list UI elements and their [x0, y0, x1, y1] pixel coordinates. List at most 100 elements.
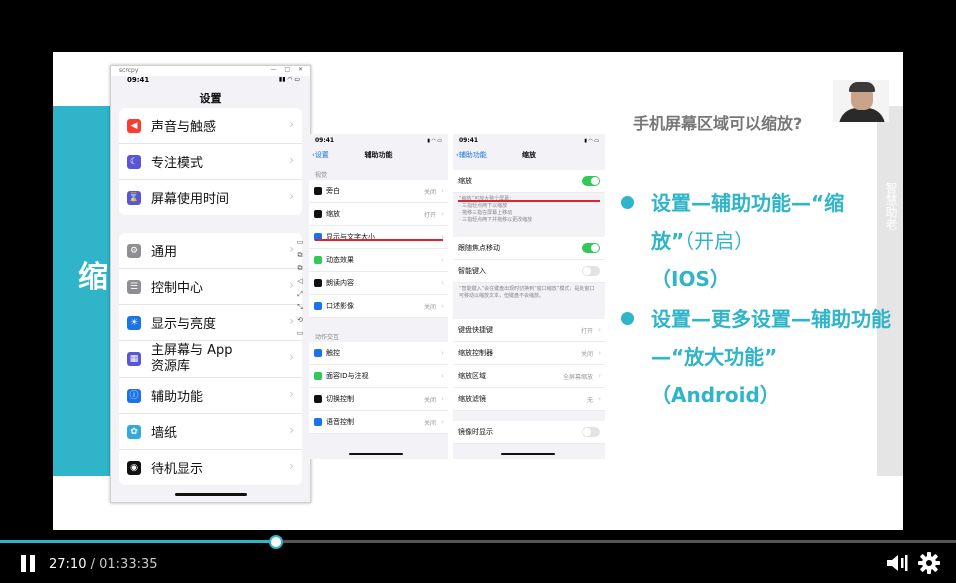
row-audio-description[interactable]: 口述影像 关闭 › [309, 295, 448, 318]
home-indicator [175, 493, 247, 496]
row-spoken-content[interactable]: 朗读内容 › [309, 272, 448, 295]
mirroring-switch[interactable] [582, 427, 600, 437]
highlight-underline [315, 239, 443, 241]
row-touch[interactable]: 触控 › [309, 342, 448, 365]
settings-row-standby[interactable]: ◉ 待机显示 › [119, 450, 302, 485]
settings-row-control-center[interactable]: ☰ 控制中心 › [119, 269, 302, 305]
back-button[interactable]: ‹辅助功能 [456, 146, 487, 164]
row-label: 口述影像 [326, 302, 354, 310]
row-face-id[interactable]: 面容ID与注视 › [309, 365, 448, 388]
row-zoom-toggle[interactable]: 缩放 [453, 170, 605, 193]
bullet-ios: 设置—辅助功能—“缩放”（开启） （IOS） [621, 184, 891, 298]
chevron-right-icon: › [289, 189, 294, 203]
back-label: 辅助功能 [458, 151, 487, 159]
chevron-right-icon: › [441, 302, 444, 310]
gear-icon: ⚙ [127, 243, 141, 258]
section-header: 动作交互 [315, 334, 340, 341]
row-zoom-region[interactable]: 缩放区域 全屏幕缩放 › [453, 365, 605, 388]
row-show-while-mirroring[interactable]: 镜像时显示 [453, 421, 605, 444]
window-app-name: scrcpy [119, 67, 139, 74]
row-display-text[interactable]: 显示与文字大小 › [309, 226, 448, 249]
smart-typing-switch[interactable] [582, 266, 600, 276]
expand-icon[interactable]: ⤢ [293, 288, 307, 301]
row-label: 动态效果 [326, 256, 354, 264]
chevron-right-icon: › [441, 395, 444, 403]
row-switch-control[interactable]: 切换控制 关闭 › [309, 388, 448, 411]
row-smart-typing[interactable]: 智能键入 [453, 260, 605, 283]
home-indicator [501, 453, 555, 455]
face-id-icon [314, 372, 322, 380]
status-icons: ▮▮ ◠ ▭ [278, 76, 300, 83]
chevron-right-icon: › [441, 210, 444, 218]
pause-button[interactable] [19, 555, 37, 573]
settings-row-home-screen[interactable]: ▦ 主屏幕与 App 资源库 › [119, 341, 302, 378]
nav-bar: 缩放 ‹辅助功能 [453, 146, 605, 164]
window-titlebar[interactable]: scrcpy — □ ✕ [111, 66, 310, 76]
volume-icon[interactable]: ◁ [293, 275, 307, 288]
touch-icon [314, 349, 322, 357]
settings-row-general[interactable]: ⚙ 通用 › [119, 233, 302, 269]
settings-row-focus[interactable]: ☾ 专注模式 › [119, 144, 302, 180]
row-voice-control[interactable]: 语音控制 关闭 › [309, 411, 448, 434]
row-label: 跟随焦点移动 [458, 244, 500, 252]
hourglass-icon: ⌛ [127, 190, 141, 205]
settings-group-2: ⚙ 通用 › ☰ 控制中心 › ☀ 显示与亮度 › ▦ 主屏幕与 App 资源库 › ⓘ 辅助功能… [119, 233, 302, 485]
row-value: 关闭 [423, 396, 436, 404]
row-zoom-filter[interactable]: 缩放滤镜 无 › [453, 388, 605, 411]
paste-icon[interactable]: ⧉ [293, 262, 307, 275]
settings-row-wallpaper[interactable]: ✿ 墙纸 › [119, 414, 302, 450]
home-icon[interactable]: ▭ [293, 327, 307, 340]
settings-row-screen-time[interactable]: ⌛ 屏幕使用时间 › [119, 180, 302, 215]
pause-icon [30, 555, 35, 572]
shrink-icon[interactable]: ⤡ [293, 301, 307, 314]
row-voiceover[interactable]: 旁白 关闭 › [309, 180, 448, 203]
presenter-video [833, 80, 889, 122]
settings-row-display[interactable]: ☀ 显示与亮度 › [119, 305, 302, 341]
time-display: 27:10 / 01:33:35 [49, 557, 158, 572]
chevron-right-icon: › [289, 387, 294, 401]
screen-icon[interactable]: ▭ [293, 236, 307, 249]
presenter-hair [849, 82, 875, 92]
copy-icon[interactable]: ⧉ [293, 249, 307, 262]
status-time: 09:41 [459, 137, 479, 144]
settings-row-accessibility[interactable]: ⓘ 辅助功能 › [119, 378, 302, 414]
settings-button[interactable] [918, 552, 940, 574]
switch-knob [583, 267, 591, 275]
row-label: 键盘快捷键 [458, 326, 493, 334]
zoom-icon [314, 210, 322, 218]
chevron-right-icon: › [598, 395, 601, 403]
row-zoom-controller[interactable]: 缩放控制器 关闭 › [453, 342, 605, 365]
rotate-icon[interactable]: ⟲ [293, 314, 307, 327]
row-label: 镜像时显示 [458, 428, 493, 436]
chevron-right-icon: › [289, 350, 294, 364]
status-bar: 09:41 ▮▮ ◠ ▭ [111, 76, 310, 86]
back-button[interactable]: ‹设置 [312, 146, 329, 164]
row-label: 显示与亮度 [151, 317, 217, 332]
window-controls[interactable]: — □ ✕ [270, 66, 306, 73]
row-label: 触控 [326, 349, 340, 357]
row-label: 缩放 [326, 210, 340, 218]
bullet-list: 设置—辅助功能—“缩放”（开启） （IOS） 设置—更多设置—辅助功能—“放大功能… [621, 184, 891, 416]
row-motion[interactable]: 动态效果 › [309, 249, 448, 272]
phone-mirror-window[interactable]: scrcpy — □ ✕ 09:41 ▮▮ ◠ ▭ 设置 ◀ 声音与触感 › ☾ 专注… [110, 65, 311, 503]
row-value: 全屏幕缩放 [562, 373, 593, 381]
pause-icon [21, 555, 26, 572]
row-follow-focus[interactable]: 跟随焦点移动 [453, 237, 605, 260]
row-label: 朗读内容 [326, 279, 354, 287]
settings-row-sound[interactable]: ◀ 声音与触感 › [119, 108, 302, 144]
row-label: 墙纸 [151, 426, 178, 441]
chevron-right-icon: › [441, 279, 444, 287]
row-keyboard-shortcuts[interactable]: 键盘快捷键 打开 › [453, 319, 605, 342]
row-zoom[interactable]: 缩放 打开 › [309, 203, 448, 226]
switch-knob [583, 428, 591, 436]
zoom-switch[interactable] [582, 176, 600, 186]
switch-knob [591, 177, 599, 185]
status-bar: 09:41 ▮ ◠ ▭ [453, 134, 605, 146]
follow-focus-switch[interactable] [582, 243, 600, 253]
progress-knob[interactable] [269, 535, 283, 549]
highlight-underline [458, 200, 600, 202]
bullet-android-platform: （Android） [651, 383, 780, 407]
volume-button[interactable] [885, 552, 909, 574]
switch-icon [314, 395, 322, 403]
speaker-icon: ◀ [127, 118, 141, 133]
